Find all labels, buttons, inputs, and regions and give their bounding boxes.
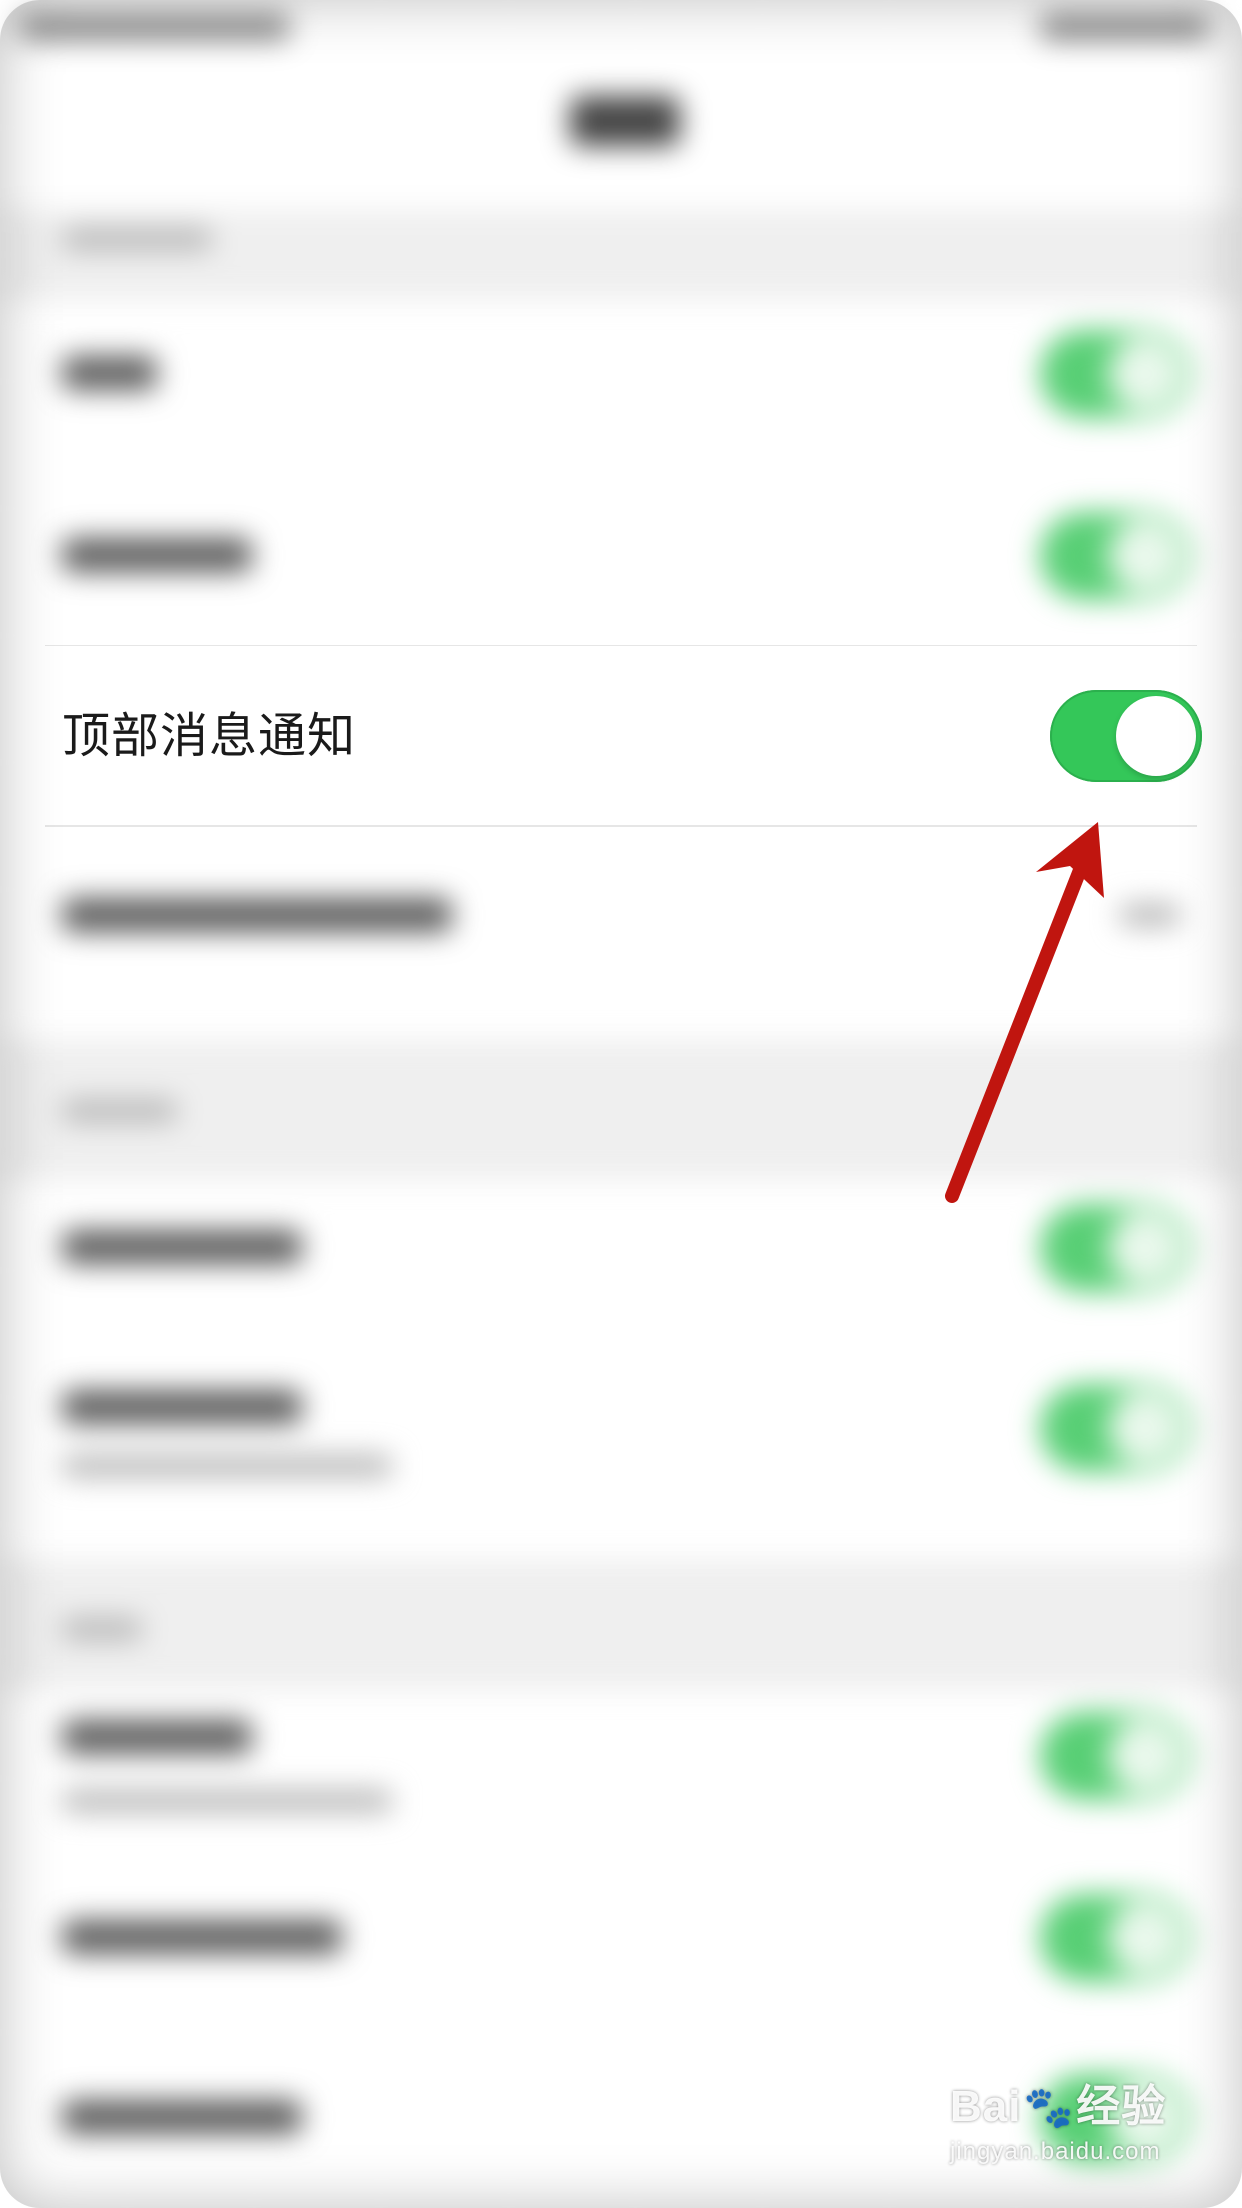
section-header xyxy=(0,1560,1242,1690)
list-item-label xyxy=(62,1390,302,1424)
list-item-toggle xyxy=(1040,512,1190,600)
list-item-label xyxy=(62,1230,302,1264)
list-item-label xyxy=(62,538,252,572)
list-item-value xyxy=(1120,904,1180,926)
toggle-knob xyxy=(1116,696,1196,776)
top-notification-row[interactable]: 顶部消息通知 xyxy=(0,646,1242,826)
top-notification-toggle[interactable] xyxy=(1050,690,1202,782)
list-item-label xyxy=(62,356,157,390)
list-item-toggle xyxy=(1040,330,1190,418)
list-item-subtitle xyxy=(62,1455,392,1477)
list-item-toggle xyxy=(1040,1204,1190,1292)
section-header-text xyxy=(62,1618,142,1640)
row-divider xyxy=(45,825,1197,827)
list-item-subtitle xyxy=(62,1790,392,1812)
list-item-toggle xyxy=(1040,1712,1190,1800)
watermark-url: jingyan.baidu.com xyxy=(950,2138,1161,2165)
section-header xyxy=(0,1040,1242,1180)
watermark-logo-suffix: 经验 xyxy=(1076,2082,1167,2131)
list-item-label xyxy=(62,1720,252,1754)
list-item-label xyxy=(62,1920,342,1954)
list-item-toggle xyxy=(1040,1894,1190,1982)
status-bar-battery xyxy=(1040,14,1210,40)
top-notification-label: 顶部消息通知 xyxy=(62,708,357,764)
section-header-text xyxy=(62,1100,177,1122)
paw-icon: 🐾 xyxy=(1023,2086,1075,2130)
list-item-label xyxy=(62,2100,302,2134)
settings-screen: 顶部消息通知 Bai🐾经验 jingyan.baidu.com xyxy=(0,0,1242,2208)
status-bar-carrier xyxy=(20,14,290,40)
section-header xyxy=(0,210,1242,300)
list-item-toggle xyxy=(1040,1384,1190,1472)
page-title xyxy=(570,96,680,146)
section-header-text xyxy=(62,228,212,250)
baidu-watermark: Bai🐾经验 jingyan.baidu.com xyxy=(950,2070,1210,2180)
list-item-label xyxy=(62,898,452,932)
watermark-logo-prefix: Bai xyxy=(950,2082,1022,2131)
